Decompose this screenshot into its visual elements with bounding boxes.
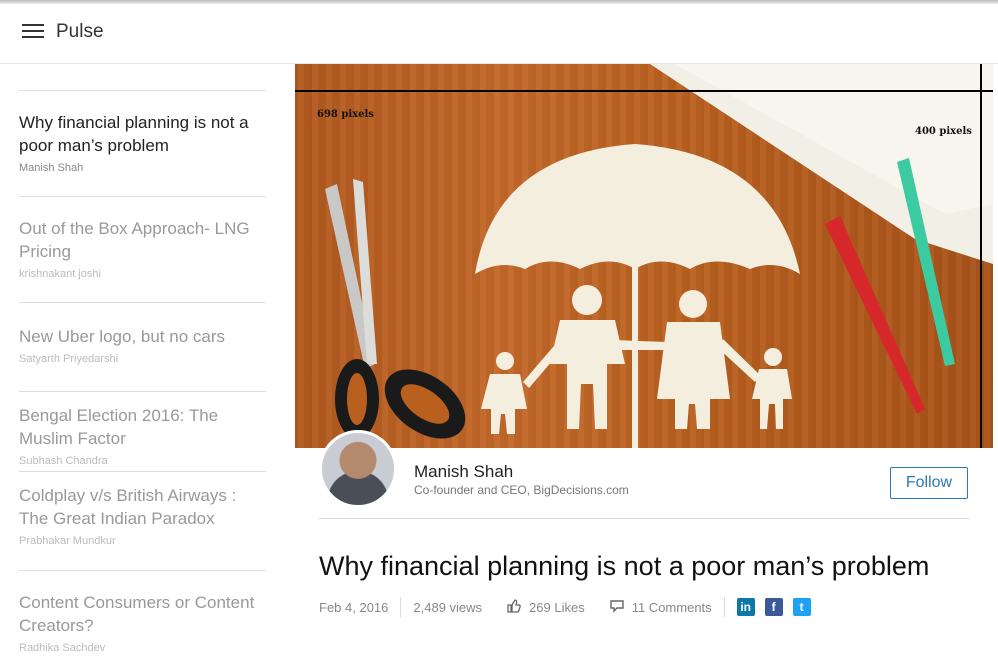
sidebar-item-3[interactable]: Bengal Election 2016: The Muslim Factor … <box>19 391 266 467</box>
divider <box>723 597 725 617</box>
sidebar-item-1[interactable]: Out of the Box Approach- LNG Pricing kri… <box>19 196 266 280</box>
sidebar-item-4[interactable]: Coldplay v/s British Airways : The Great… <box>19 471 266 547</box>
follow-button[interactable]: Follow <box>890 467 968 499</box>
sidebar-item-author: Subhash Chandra <box>19 455 108 467</box>
hero-illustration <box>295 64 993 448</box>
sidebar-item-title: New Uber logo, but no cars <box>19 327 225 346</box>
hero-image: 698 pixels 400 pixels <box>295 64 993 448</box>
sidebar-item-title: Out of the Box Approach- LNG Pricing <box>19 219 250 261</box>
publish-date: Feb 4, 2016 <box>319 599 389 615</box>
brand-title[interactable]: Pulse <box>56 21 104 43</box>
sidebar-item-0[interactable]: Why financial planning is not a poor man… <box>19 90 266 174</box>
article-sidebar: Why financial planning is not a poor man… <box>0 65 280 671</box>
divider <box>400 597 402 617</box>
app-header: Pulse <box>0 4 998 64</box>
sidebar-item-title: Bengal Election 2016: The Muslim Factor <box>19 406 219 448</box>
thumbs-up-icon[interactable] <box>507 598 521 616</box>
scissors <box>325 179 466 439</box>
comment-count[interactable]: 11 Comments <box>632 600 712 615</box>
sidebar-item-author: Prabhakar Mundkur <box>19 535 116 547</box>
sidebar-item-title: Content Consumers or Content Creators? <box>19 593 255 635</box>
sidebar-item-author: Manish Shah <box>19 162 84 174</box>
sidebar-item-title: Coldplay v/s British Airways : The Great… <box>19 486 237 528</box>
facebook-share-icon[interactable]: f <box>764 598 783 616</box>
height-label: 400 pixels <box>915 126 972 137</box>
twitter-share-icon[interactable]: t <box>792 598 811 616</box>
red-pen <box>825 216 925 414</box>
like-count[interactable]: 269 Likes <box>529 600 585 615</box>
linkedin-share-icon[interactable]: in <box>736 598 755 616</box>
sidebar-item-title: Why financial planning is not a poor man… <box>19 113 249 155</box>
sidebar-item-5[interactable]: Content Consumers or Content Creators? R… <box>19 570 266 654</box>
avatar[interactable] <box>319 430 397 508</box>
sidebar-item-author: krishnakant joshi <box>19 268 101 280</box>
sidebar-item-author: Satyarth Priyedarshi <box>19 353 119 365</box>
author-role: Co-founder and CEO, BigDecisions.com <box>414 483 629 497</box>
view-count: 2,489 views <box>413 599 483 615</box>
author-row: Manish Shah Co-founder and CEO, BigDecis… <box>319 430 969 519</box>
hamburger-menu-icon[interactable] <box>22 24 44 40</box>
comment-icon[interactable] <box>610 599 624 616</box>
width-label: 698 pixels <box>317 109 374 120</box>
sidebar-item-2[interactable]: New Uber logo, but no cars Satyarth Priy… <box>19 302 266 365</box>
article-title: Why financial planning is not a poor man… <box>319 551 930 581</box>
article-meta: Feb 4, 2016 2,489 views 269 Likes 11 Com… <box>319 596 821 618</box>
author-name[interactable]: Manish Shah <box>414 462 513 482</box>
sidebar-item-author: Radhika Sachdev <box>19 642 106 654</box>
